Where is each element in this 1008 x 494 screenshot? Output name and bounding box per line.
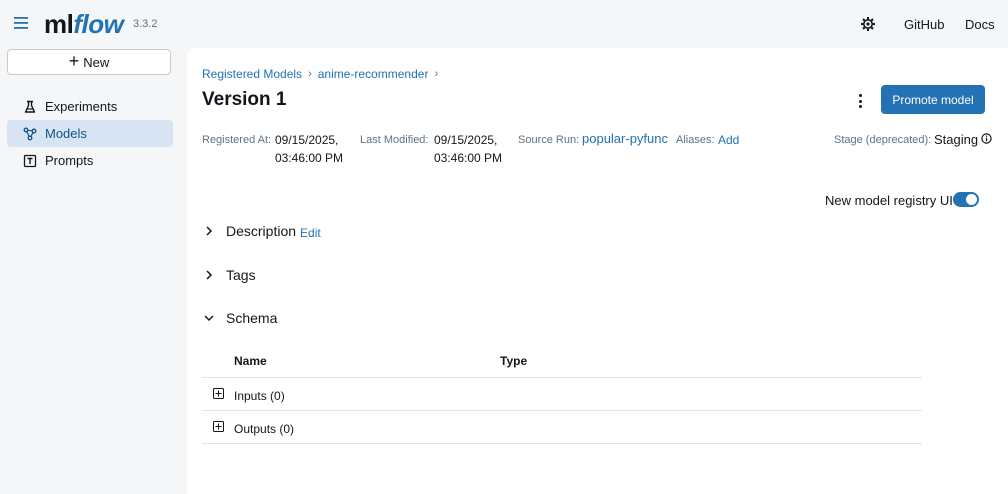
models-icon bbox=[23, 127, 37, 140]
source-run-label: Source Run: bbox=[518, 134, 580, 146]
logo-ml-text: ml bbox=[44, 9, 74, 39]
table-row: Outputs (0) bbox=[202, 411, 922, 444]
new-registry-ui-label: New model registry UI bbox=[825, 193, 953, 208]
registered-at-time: 03:46:00 PM bbox=[275, 151, 344, 165]
chevron-right-icon: › bbox=[308, 68, 312, 80]
gear-icon[interactable] bbox=[860, 16, 876, 32]
last-modified-date: 09/15/2025, bbox=[434, 133, 498, 147]
table-row: Inputs (0) bbox=[202, 378, 922, 411]
section-description[interactable]: Description Edit bbox=[202, 222, 321, 240]
beaker-icon bbox=[24, 100, 36, 113]
chevron-right-icon bbox=[206, 270, 213, 280]
sidebar-item-label: Experiments bbox=[45, 99, 118, 114]
info-icon[interactable] bbox=[981, 133, 992, 144]
schema-outputs-label: Outputs (0) bbox=[234, 422, 295, 436]
expand-plus-icon[interactable] bbox=[213, 388, 224, 399]
promote-model-button[interactable]: Promote model bbox=[881, 85, 985, 114]
section-tags-label: Tags bbox=[226, 267, 256, 283]
sidebar-item-prompts[interactable]: Prompts bbox=[7, 147, 173, 174]
column-header-name: Name bbox=[234, 354, 267, 368]
app-version: 3.3.2 bbox=[133, 18, 158, 30]
new-button-label: New bbox=[83, 54, 110, 70]
stage-value: Staging bbox=[934, 132, 979, 147]
chevron-down-icon bbox=[204, 315, 214, 322]
prompt-icon bbox=[23, 154, 37, 167]
column-header-type: Type bbox=[500, 354, 528, 368]
registered-at-date: 09/15/2025, bbox=[275, 133, 339, 147]
section-tags[interactable]: Tags bbox=[202, 267, 256, 283]
hamburger-menu-icon[interactable] bbox=[12, 14, 30, 32]
mlflow-logo[interactable]: mlflow bbox=[44, 9, 124, 40]
breadcrumb-registered-models[interactable]: Registered Models bbox=[202, 67, 302, 81]
sidebar-item-label: Models bbox=[45, 126, 87, 141]
breadcrumb: Registered Models › anime-recommender › bbox=[202, 67, 438, 81]
section-schema-label: Schema bbox=[226, 310, 278, 326]
logo-flow-text: flow bbox=[73, 9, 124, 39]
docs-link[interactable]: Docs bbox=[965, 17, 995, 32]
sidebar-item-experiments[interactable]: Experiments bbox=[7, 93, 173, 120]
section-description-label: Description bbox=[226, 223, 297, 239]
aliases-add-link[interactable]: Add bbox=[718, 133, 739, 147]
chevron-right-icon bbox=[206, 226, 213, 236]
schema-table-header: Name Type bbox=[202, 343, 922, 378]
schema-inputs-label: Inputs (0) bbox=[234, 389, 285, 403]
section-schema[interactable]: Schema bbox=[202, 310, 277, 326]
aliases-label: Aliases: bbox=[676, 134, 715, 146]
description-edit-link[interactable]: Edit bbox=[300, 226, 321, 240]
new-button[interactable]: + New bbox=[7, 49, 171, 75]
sidebar-item-models[interactable]: Models bbox=[7, 120, 173, 147]
main-panel: Registered Models › anime-recommender › … bbox=[187, 48, 1008, 494]
breadcrumb-model-name[interactable]: anime-recommender bbox=[318, 67, 429, 81]
stage-label: Stage (deprecated): bbox=[834, 134, 932, 146]
source-run-link[interactable]: popular-pyfunc bbox=[582, 131, 668, 146]
new-registry-ui-toggle[interactable] bbox=[953, 192, 979, 207]
last-modified-time: 03:46:00 PM bbox=[434, 151, 503, 165]
more-options-icon[interactable] bbox=[855, 92, 865, 110]
schema-table: Name Type Inputs (0) Outputs (0) bbox=[202, 343, 922, 444]
plus-icon: + bbox=[68, 51, 80, 71]
toggle-knob bbox=[966, 194, 977, 205]
chevron-right-icon: › bbox=[434, 68, 439, 80]
expand-plus-icon[interactable] bbox=[213, 421, 224, 432]
top-bar: mlflow 3.3.2 GitHub Docs bbox=[0, 0, 1008, 48]
registered-at-label: Registered At: bbox=[202, 134, 272, 146]
github-link[interactable]: GitHub bbox=[904, 17, 944, 32]
sidebar-item-label: Prompts bbox=[45, 153, 94, 168]
last-modified-label: Last Modified: bbox=[360, 134, 429, 146]
page-title: Version 1 bbox=[202, 89, 287, 110]
